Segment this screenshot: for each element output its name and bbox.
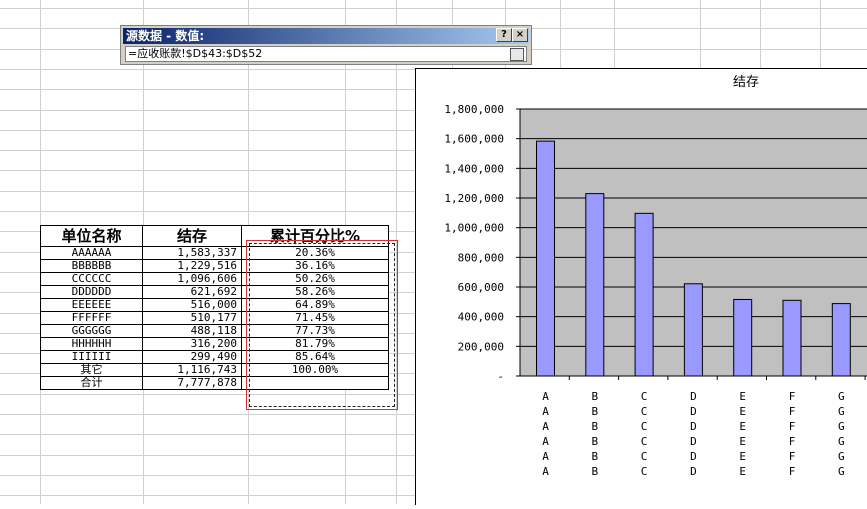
x-tick-label: G	[838, 465, 845, 478]
x-tick-label: C	[641, 435, 648, 448]
x-tick-label: G	[838, 450, 845, 463]
close-button[interactable]: ×	[512, 28, 528, 42]
x-tick-label: C	[641, 390, 648, 403]
x-tick-label: A	[542, 420, 549, 433]
table-cell[interactable]: 1,116,743	[142, 363, 242, 377]
y-tick-label: 1,800,000	[444, 103, 504, 116]
x-tick-label: D	[690, 390, 697, 403]
x-tick-label: D	[690, 450, 697, 463]
bar-A[interactable]	[536, 140, 555, 377]
table-cell[interactable]: FFFFFF	[40, 311, 143, 325]
x-tick-label: E	[739, 420, 746, 433]
bar-G[interactable]	[831, 303, 851, 377]
x-tick-label: C	[641, 450, 648, 463]
x-tick-label: D	[690, 420, 697, 433]
bar-C[interactable]	[634, 212, 654, 377]
x-tick-label: A	[542, 450, 549, 463]
x-tick-label: G	[838, 435, 845, 448]
x-tick-label: E	[739, 390, 746, 403]
range-reference-text: =应收账款!$D$43:$D$52	[128, 47, 263, 60]
table-cell[interactable]: 1,096,606	[142, 272, 242, 286]
table-cell[interactable]: GGGGGG	[40, 324, 143, 338]
x-tick-label: A	[542, 435, 549, 448]
y-tick-label: 200,000	[458, 340, 504, 353]
x-tick-label: B	[591, 405, 598, 418]
column-header[interactable]: 单位名称	[40, 225, 143, 247]
table-cell[interactable]: CCCCCC	[40, 272, 143, 286]
x-tick-label: F	[789, 405, 796, 418]
x-tick-label: A	[542, 465, 549, 478]
x-tick-label: B	[591, 435, 598, 448]
chart-title: 结存	[733, 75, 759, 90]
table-cell[interactable]: 510,177	[142, 311, 242, 325]
table-cell[interactable]: 488,118	[142, 324, 242, 338]
x-tick-label: E	[739, 465, 746, 478]
y-tick-label: 400,000	[458, 311, 504, 324]
help-button[interactable]: ?	[496, 28, 512, 42]
bar-B[interactable]	[585, 193, 605, 377]
x-tick-label: F	[789, 435, 796, 448]
table-cell[interactable]: DDDDDD	[40, 285, 143, 299]
x-tick-label: B	[591, 420, 598, 433]
x-tick-label: E	[739, 405, 746, 418]
y-tick-label: 1,200,000	[444, 192, 504, 205]
table-cell[interactable]: 621,692	[142, 285, 242, 299]
x-tick-label: C	[641, 465, 648, 478]
table-cell[interactable]: 合计	[40, 376, 143, 390]
x-tick-label: G	[838, 390, 845, 403]
x-tick-label: A	[542, 390, 549, 403]
table-cell[interactable]: 其它	[40, 363, 143, 377]
y-tick-label: 1,600,000	[444, 133, 504, 146]
x-tick-label: G	[838, 420, 845, 433]
column-header[interactable]: 结存	[142, 225, 242, 247]
x-tick-label: B	[591, 450, 598, 463]
y-tick-label: 1,000,000	[444, 222, 504, 235]
x-tick-label: B	[591, 465, 598, 478]
table-cell[interactable]: EEEEEE	[40, 298, 143, 312]
x-tick-label: A	[542, 405, 549, 418]
x-tick-label: F	[789, 390, 796, 403]
table-cell[interactable]: 316,200	[142, 337, 242, 351]
table-cell[interactable]: 7,777,878	[142, 376, 242, 390]
x-tick-label: D	[690, 435, 697, 448]
y-tick-label: 800,000	[458, 251, 504, 264]
table-cell[interactable]: 1,229,516	[142, 259, 242, 273]
bar-E[interactable]	[733, 298, 753, 377]
x-tick-label: C	[641, 405, 648, 418]
x-tick-label: F	[789, 450, 796, 463]
range-reference-input[interactable]: =应收账款!$D$43:$D$52	[125, 46, 527, 62]
chart-area[interactable]: 结存 - 200,000 400,000 600,000 800,000 1,000,000…	[415, 68, 867, 505]
collapse-dialog-icon[interactable]	[510, 48, 524, 61]
x-tick-label: D	[690, 465, 697, 478]
x-tick-label: F	[789, 420, 796, 433]
bar-F[interactable]	[782, 299, 802, 377]
bar-D[interactable]	[683, 283, 703, 377]
table-cell[interactable]: BBBBBB	[40, 259, 143, 273]
bar-chart[interactable]: 结存 - 200,000 400,000 600,000 800,000 1,000,000…	[416, 69, 867, 505]
x-tick-label: G	[838, 405, 845, 418]
x-tick-label: E	[739, 450, 746, 463]
x-tick-label: C	[641, 420, 648, 433]
x-tick-label: F	[789, 465, 796, 478]
table-cell[interactable]: 299,490	[142, 350, 242, 364]
source-data-dialog: 源数据 - 数值: ? × =应收账款!$D$43:$D$52	[120, 25, 532, 65]
y-tick-label: 600,000	[458, 281, 504, 294]
y-tick-label: 1,400,000	[444, 162, 504, 175]
table-cell[interactable]: HHHHHH	[40, 337, 143, 351]
table-cell[interactable]: 1,583,337	[142, 246, 242, 260]
x-tick-label: B	[591, 390, 598, 403]
range-selection	[246, 240, 398, 410]
y-tick-label: -	[497, 370, 504, 383]
dialog-title: 源数据 - 数值:	[123, 28, 529, 44]
table-cell[interactable]: AAAAAA	[40, 246, 143, 260]
x-tick-label: E	[739, 435, 746, 448]
x-tick-label: D	[690, 405, 697, 418]
table-cell[interactable]: 516,000	[142, 298, 242, 312]
table-cell[interactable]: IIIIII	[40, 350, 143, 364]
